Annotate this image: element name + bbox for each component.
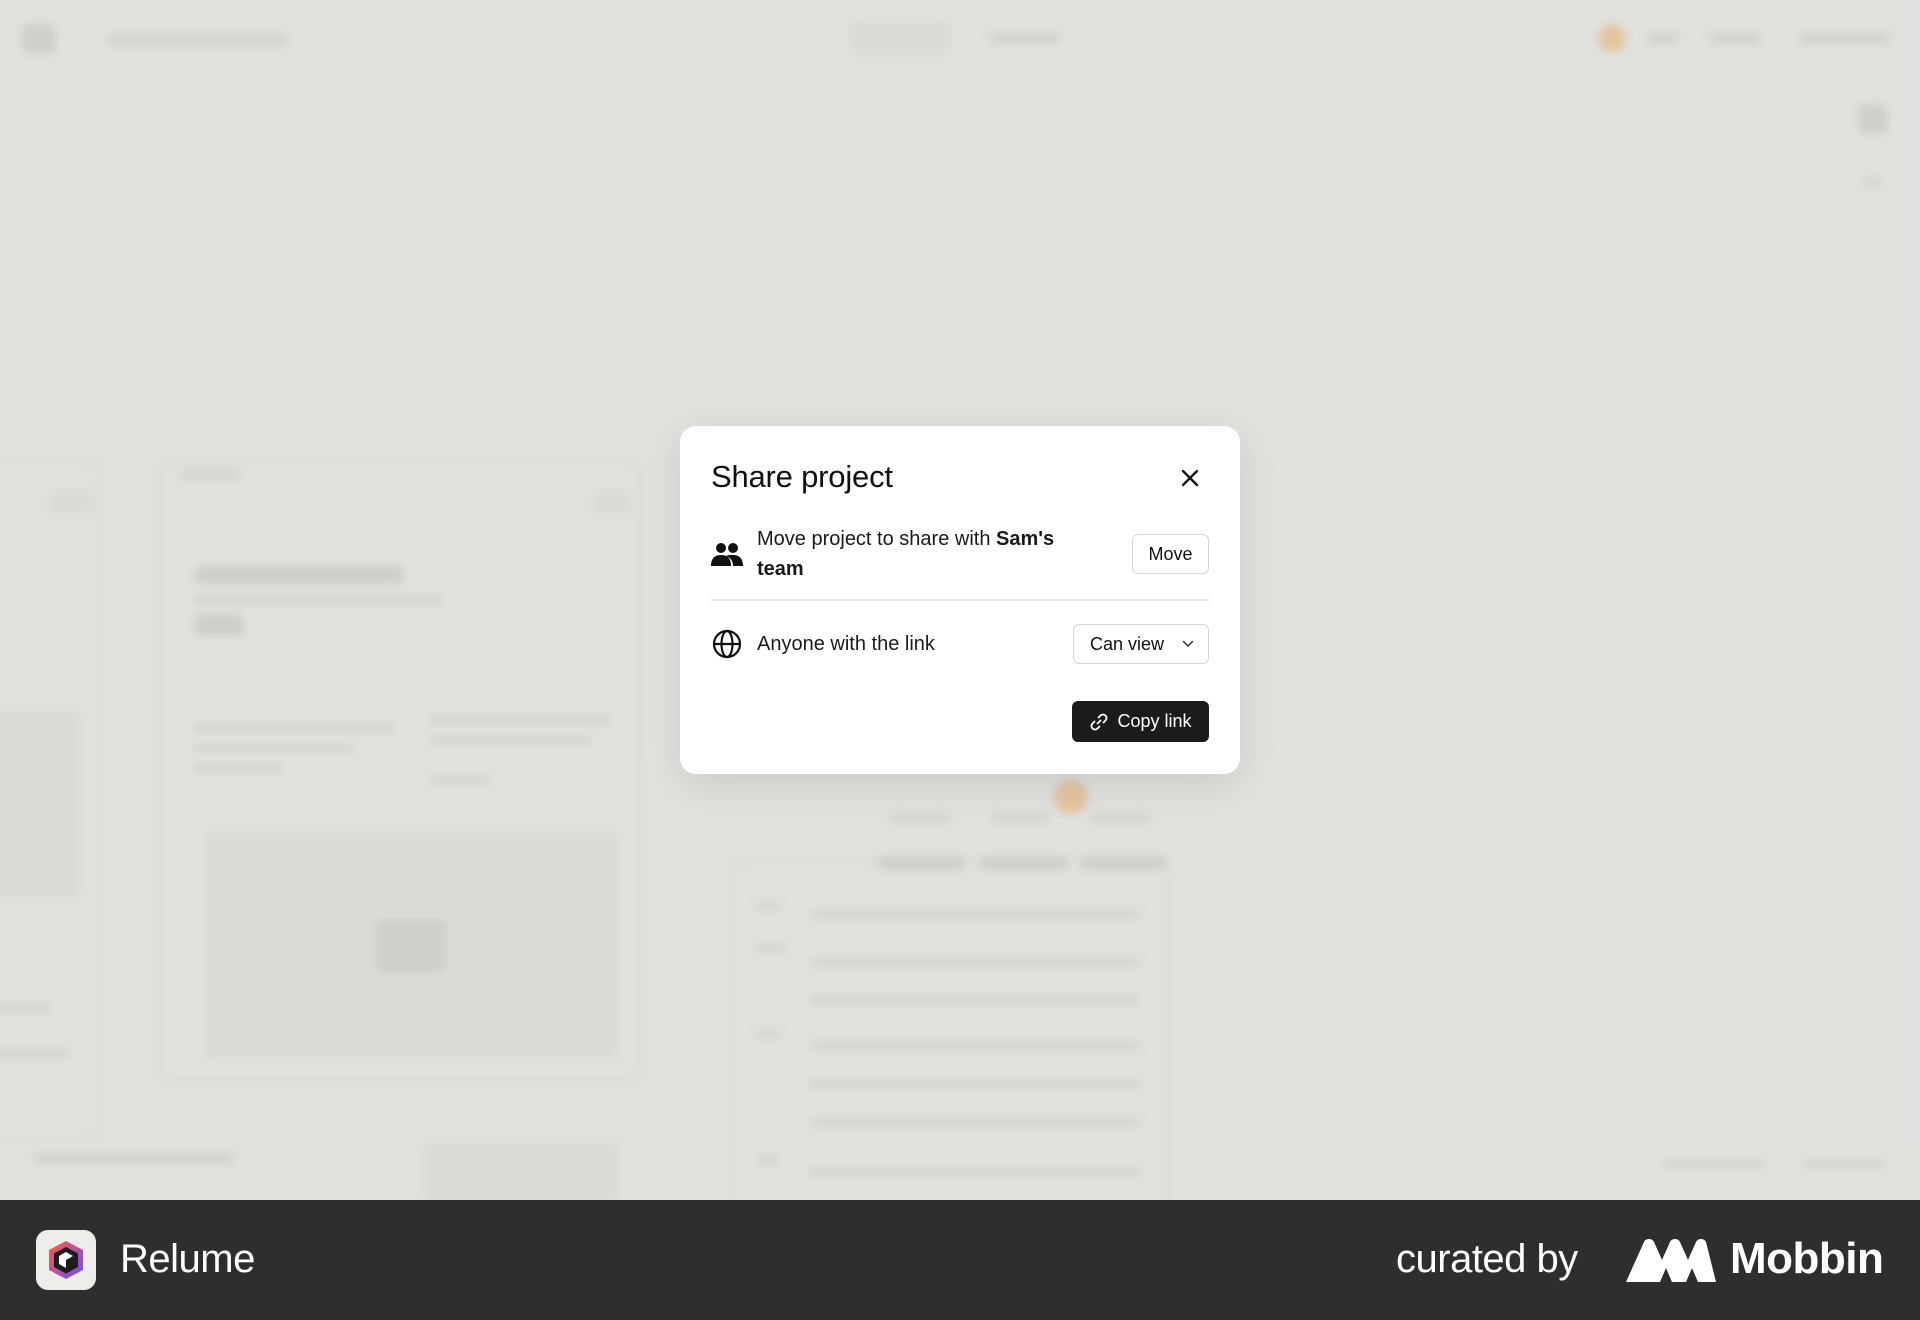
- users-icon: [711, 538, 743, 570]
- close-icon: [1181, 469, 1199, 487]
- link-icon: [1091, 713, 1108, 730]
- copy-link-label: Copy link: [1117, 711, 1192, 731]
- team-name: Sam's: [996, 528, 1055, 550]
- copy-link-button[interactable]: Copy link: [1072, 701, 1209, 742]
- link-access-row: Anyone with the link Can view: [711, 620, 1209, 668]
- share-project-dialog: Share project Move project to share with…: [680, 426, 1240, 774]
- mobbin-logo-icon: [1626, 1239, 1716, 1282]
- dialog-title: Share project: [711, 459, 893, 494]
- relume-logo: [36, 1230, 96, 1290]
- mobbin-name: Mobbin: [1730, 1234, 1884, 1283]
- footer-bar: Relume curated by Mobbin: [0, 1200, 1920, 1320]
- curated-by-label: curated by: [1396, 1237, 1578, 1281]
- team-suffix: team: [757, 558, 804, 580]
- move-project-text: Move project to share with Sam's team: [757, 524, 1112, 584]
- permission-select[interactable]: Can view: [1073, 624, 1209, 664]
- move-project-row: Move project to share with Sam's team Mov…: [711, 522, 1209, 586]
- permission-select-value: Can view: [1090, 633, 1165, 654]
- globe-icon: [711, 628, 743, 660]
- move-project-prefix: Move project to share with: [757, 528, 996, 550]
- brand-name: Relume: [120, 1237, 255, 1281]
- close-button[interactable]: [1176, 464, 1204, 492]
- link-access-label: Anyone with the link: [757, 633, 935, 655]
- divider: [711, 599, 1209, 601]
- move-button[interactable]: Move: [1132, 534, 1209, 574]
- chevron-down-icon: [1182, 640, 1194, 648]
